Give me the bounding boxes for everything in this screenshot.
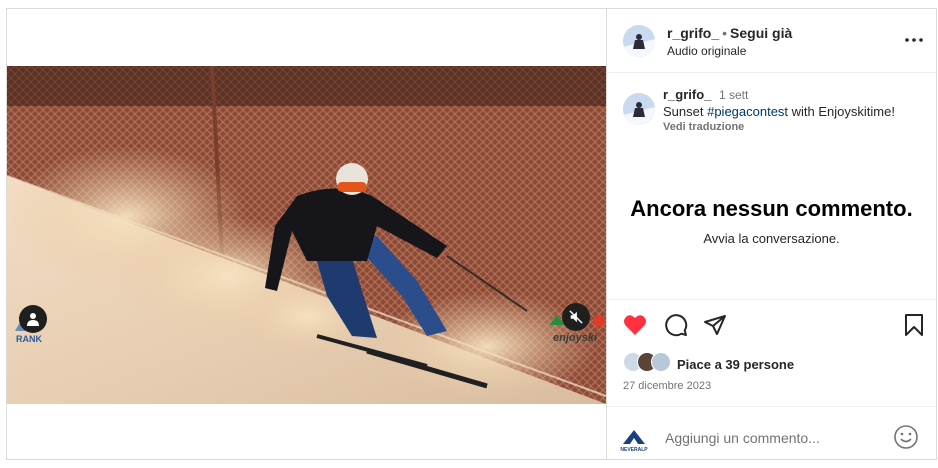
post-actions: Piace a 39 persone 27 dicembre 2023 NEVE… xyxy=(607,299,936,460)
mute-button[interactable] xyxy=(562,303,590,331)
caption-text-end: with Enjoyskitime! xyxy=(788,104,895,119)
header-username-row: r_grifo_ • Segui già xyxy=(667,25,792,41)
original-audio-link[interactable]: Audio originale xyxy=(667,44,746,58)
post-video[interactable] xyxy=(7,66,606,404)
see-translation-button[interactable]: Vedi traduzione xyxy=(663,121,744,133)
rank-watermark-text: RANK xyxy=(16,334,42,344)
user-tag-button[interactable] xyxy=(19,305,47,333)
share-button[interactable] xyxy=(702,312,728,338)
author-avatar[interactable] xyxy=(623,25,655,57)
comment-button[interactable] xyxy=(663,312,689,338)
more-options-button[interactable] xyxy=(903,31,925,49)
separator-dot: • xyxy=(722,25,728,41)
user-icon xyxy=(27,313,39,326)
more-horizontal-icon xyxy=(905,38,923,42)
ski-video-frame xyxy=(7,66,606,404)
likes-count[interactable]: Piace a 39 persone xyxy=(677,357,794,372)
post-header: r_grifo_ • Segui già Audio originale xyxy=(607,9,936,73)
bookmark-icon xyxy=(905,314,923,336)
save-button[interactable] xyxy=(901,312,927,338)
like-button[interactable] xyxy=(622,312,648,338)
caption-username[interactable]: r_grifo_ xyxy=(663,87,711,102)
speaker-muted-icon xyxy=(569,310,583,324)
no-comments-subtitle: Avvia la conversazione. xyxy=(703,231,840,246)
paper-plane-icon xyxy=(704,315,726,335)
no-comments-title: Ancora nessun commento. xyxy=(630,196,913,221)
current-user-avatar: NEVERALP xyxy=(619,424,649,454)
heart-filled-icon xyxy=(624,315,646,335)
caption-text-start: Sunset xyxy=(663,104,708,119)
media-panel: RANK enjoyski xyxy=(7,9,607,459)
emoji-icon xyxy=(894,425,918,449)
post-sidebar: r_grifo_ • Segui già Audio originale r_g… xyxy=(607,9,936,459)
instagram-post: RANK enjoyski r_grifo_ • Segui già Audio… xyxy=(6,8,937,460)
emoji-button[interactable] xyxy=(893,424,919,450)
comment-input[interactable] xyxy=(665,427,875,449)
add-comment-row: NEVERALP xyxy=(607,406,936,461)
comment-bubble-icon xyxy=(665,314,688,337)
post-date[interactable]: 27 dicembre 2023 xyxy=(623,380,711,392)
caption-author-avatar[interactable] xyxy=(623,93,655,125)
enjoyski-watermark-text: enjoyski xyxy=(553,332,598,344)
hashtag-link[interactable]: #piegacontest xyxy=(707,104,788,119)
caption-timestamp[interactable]: 1 sett xyxy=(719,88,748,102)
following-button[interactable]: Segui già xyxy=(730,25,792,41)
current-user-avatar-text: NEVERALP xyxy=(620,447,648,453)
liker-avatar xyxy=(651,352,671,372)
header-username[interactable]: r_grifo_ xyxy=(667,25,719,41)
caption-text: Sunset #piegacontest with Enjoyskitime! xyxy=(663,104,895,119)
